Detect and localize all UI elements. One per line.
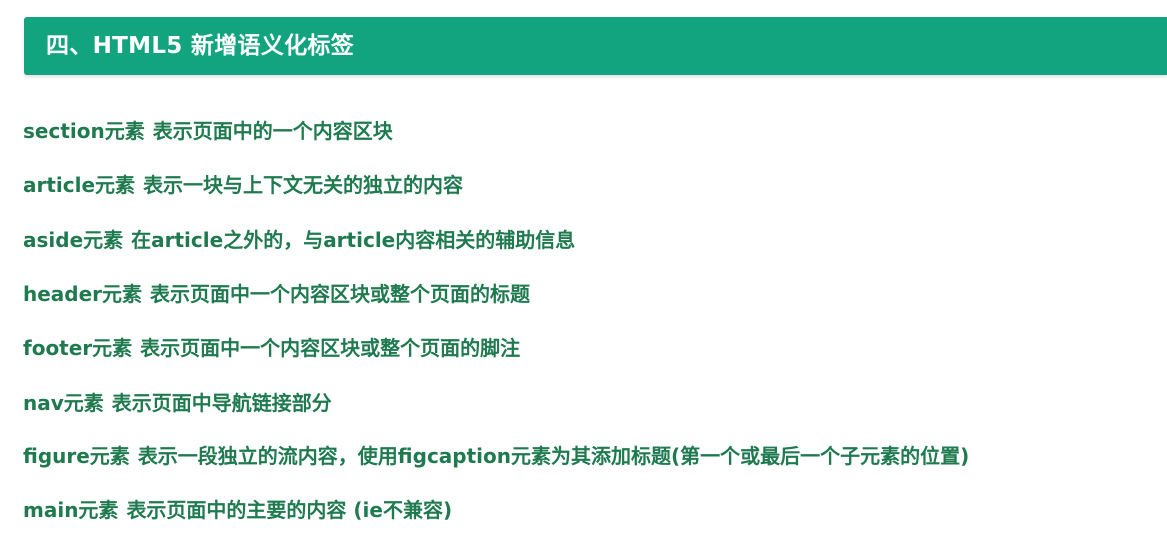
item-tag-label: aside元素	[23, 228, 124, 252]
item-tag-label: footer元素	[23, 336, 133, 360]
item-description: 在article之外的，与article内容相关的辅助信息	[131, 228, 576, 252]
item-description: 表示页面中一个内容区块或整个页面的标题	[150, 282, 531, 306]
section-title: 四、HTML5 新增语义化标签	[46, 33, 354, 59]
list-item-main: main元素 表示页面中的主要的内容 (ie不兼容)	[23, 496, 452, 524]
slide: 四、HTML5 新增语义化标签 section元素 表示页面中的一个内容区块 ar…	[0, 0, 1167, 534]
item-description: 表示页面中的一个内容区块	[152, 119, 393, 143]
item-description: 表示页面中的主要的内容 (ie不兼容)	[126, 498, 453, 522]
item-tag-label: header元素	[23, 282, 143, 306]
list-item-section: section元素 表示页面中的一个内容区块	[23, 117, 393, 145]
item-description: 表示一块与上下文无关的独立的内容	[143, 173, 464, 197]
item-description: 表示页面中一个内容区块或整个页面的脚注	[140, 336, 521, 360]
item-tag-label: main元素	[23, 498, 119, 522]
list-item-figure: figure元素 表示一段独立的流内容，使用figcaption元素为其添加标题(…	[23, 442, 969, 470]
item-description: 表示一段独立的流内容，使用figcaption元素为其添加标题(第一个或最后一个…	[137, 444, 970, 468]
item-tag-label: article元素	[23, 173, 136, 197]
item-tag-label: section元素	[23, 119, 145, 143]
list-item-footer: footer元素 表示页面中一个内容区块或整个页面的脚注	[23, 334, 520, 362]
list-item-aside: aside元素 在article之外的，与article内容相关的辅助信息	[23, 226, 575, 254]
list-item-header: header元素 表示页面中一个内容区块或整个页面的标题	[23, 280, 530, 308]
section-header-bar: 四、HTML5 新增语义化标签	[24, 17, 1167, 75]
item-tag-label: figure元素	[23, 444, 130, 468]
item-description: 表示页面中导航链接部分	[111, 391, 332, 415]
list-item-nav: nav元素 表示页面中导航链接部分	[23, 389, 332, 417]
list-item-article: article元素 表示一块与上下文无关的独立的内容	[23, 171, 463, 199]
item-tag-label: nav元素	[23, 391, 104, 415]
